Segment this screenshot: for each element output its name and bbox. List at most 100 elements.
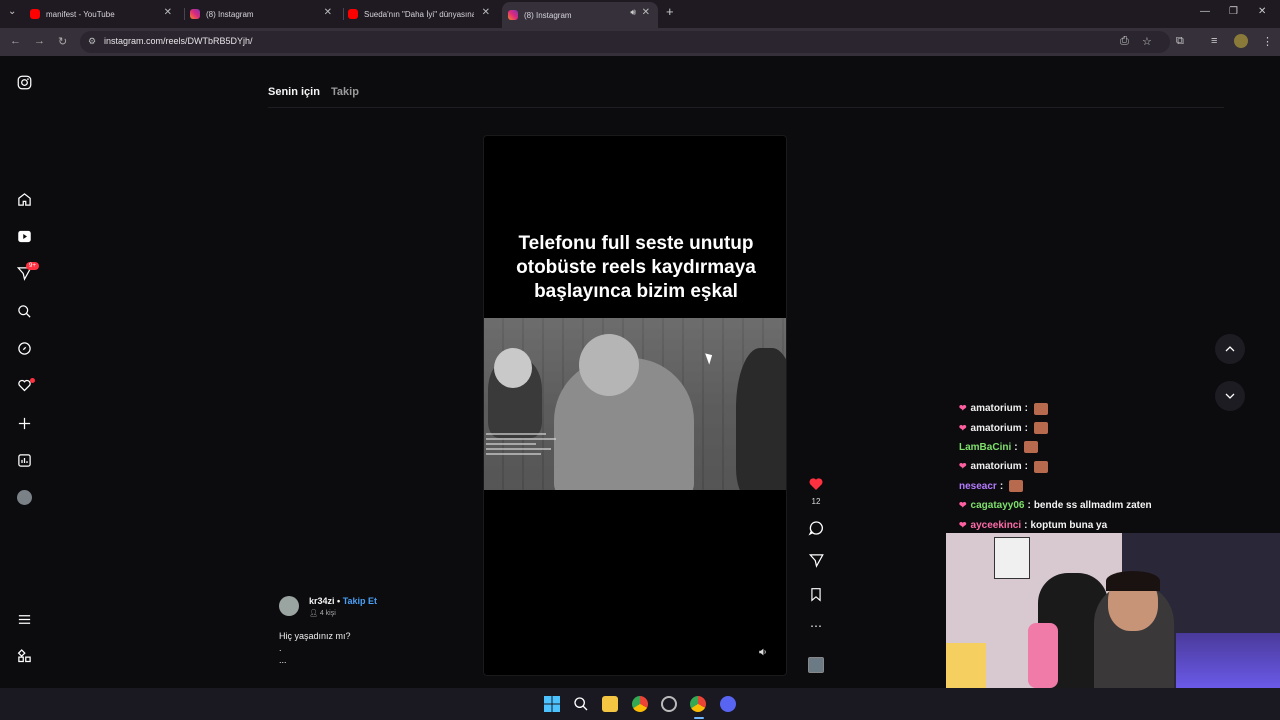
streamer-webcam (946, 533, 1280, 688)
window-close-icon[interactable]: ✕ (1258, 6, 1266, 17)
subscriber-heart-icon: ❤︎ (959, 519, 967, 530)
also-from-meta-icon[interactable] (14, 646, 34, 666)
back-icon[interactable]: ← (10, 35, 21, 47)
chat-message: ❤︎ amatorium: (959, 457, 1219, 476)
more-options-icon[interactable]: ⋯ (805, 619, 827, 633)
chat-emote-icon (1023, 441, 1038, 454)
profile-avatar-icon[interactable] (14, 487, 34, 507)
extensions-icon[interactable]: ⧉ (1176, 35, 1184, 48)
browser-toolbar: ← → ↻ ⚙ instagram.com/reels/DWTbRB5DYjh/… (0, 28, 1280, 56)
close-icon[interactable]: ✕ (164, 7, 172, 18)
tab-instagram-active[interactable]: (8) Instagram 🔊︎ ✕ (502, 2, 658, 28)
search-icon[interactable] (14, 301, 34, 321)
author-avatar[interactable] (279, 596, 299, 616)
home-icon[interactable] (14, 189, 34, 209)
close-icon[interactable]: ✕ (324, 7, 332, 18)
description-line: . (279, 643, 282, 653)
chat-emote-icon (1034, 422, 1049, 435)
profile-avatar[interactable] (1234, 34, 1248, 48)
search-icon[interactable] (573, 696, 589, 712)
description-line: Hiç yaşadınız mı? (279, 631, 351, 641)
previous-reel-button[interactable] (1215, 334, 1245, 364)
tab-separator (343, 8, 344, 20)
chrome-active-icon[interactable] (690, 696, 706, 712)
menu-kebab-icon[interactable]: ⋮ (1262, 35, 1273, 48)
chat-message: ❤︎ amatorium: (959, 399, 1219, 418)
chat-username: LamBaCini (959, 441, 1012, 453)
tab-title: Sueda'nın "Daha İyi" dünyasına (364, 9, 474, 19)
comment-icon[interactable] (805, 520, 827, 539)
reel-video[interactable]: Telefonu full seste unutup otobüste reel… (483, 135, 787, 676)
new-tab-button[interactable]: + (666, 4, 674, 19)
save-bookmark-icon[interactable] (805, 587, 827, 605)
chat-separator: : (1024, 519, 1028, 531)
chat-username: cagatayy06 (970, 500, 1025, 512)
site-info-icon[interactable]: ⚙ (88, 36, 96, 47)
like-heart-icon[interactable] (805, 476, 827, 495)
reels-icon[interactable] (14, 226, 34, 246)
speaker-icon[interactable]: 🔊︎ (630, 7, 636, 18)
instagram-icon (190, 9, 200, 19)
overlay-line: otobüste reels kaydırmaya (516, 257, 756, 278)
chat-text: bende ss allmadım zaten (1033, 500, 1152, 512)
tab-title: (8) Instagram (206, 9, 254, 19)
chrome-icon[interactable] (632, 696, 648, 712)
app-icon[interactable] (661, 696, 677, 712)
windows-start-icon[interactable] (544, 696, 560, 712)
forward-icon[interactable]: → (34, 35, 45, 47)
chat-message: neseacr: (959, 477, 1219, 496)
install-app-icon[interactable]: ⎙ (1120, 35, 1129, 48)
address-bar[interactable]: ⚙ instagram.com/reels/DWTbRB5DYjh/ ⎙ ☆ (80, 31, 1170, 53)
instagram-logo-icon[interactable] (14, 72, 34, 92)
explore-compass-icon[interactable] (14, 338, 34, 358)
instagram-page: 9+ Senin için Takip Telefonu full seste … (0, 56, 1280, 688)
bookmark-star-icon[interactable]: ☆ (1142, 35, 1152, 48)
restore-icon[interactable]: ❐ (1229, 6, 1238, 17)
tab-separator (184, 8, 185, 20)
speaker-icon[interactable] (758, 647, 772, 661)
create-plus-icon[interactable] (14, 413, 34, 433)
minimize-icon[interactable]: — (1200, 6, 1210, 17)
feed-divider (268, 107, 1224, 108)
share-icon[interactable] (805, 553, 827, 571)
active-indicator (694, 717, 704, 719)
dashboard-chart-icon[interactable] (14, 450, 34, 470)
media-controls-icon[interactable]: ≡ (1211, 35, 1217, 47)
reel-video-frame (484, 318, 786, 490)
tab-for-you[interactable]: Senin için (268, 86, 320, 98)
tab-instagram-1[interactable]: (8) Instagram ✕ (190, 4, 340, 24)
tab-following[interactable]: Takip (331, 86, 359, 98)
youtube-icon (348, 9, 358, 19)
chat-separator: : (1024, 461, 1029, 473)
audio-thumbnail[interactable] (808, 657, 824, 673)
reel-description[interactable]: Hiç yaşadınız mı? . ... (279, 630, 351, 666)
chat-message: LamBaCini: (959, 438, 1219, 457)
reload-icon[interactable]: ↻ (58, 35, 67, 48)
chat-emote-icon (1034, 402, 1049, 415)
subscriber-heart-icon: ❤︎ (959, 403, 967, 414)
instagram-sidebar: 9+ (0, 56, 48, 688)
like-count: 12 (811, 497, 821, 506)
chat-message: ❤︎ ayceekinci: koptum buna ya (959, 515, 1219, 534)
subscriber-heart-icon: ❤︎ (959, 422, 967, 433)
close-icon[interactable]: ✕ (482, 7, 490, 18)
tab-youtube[interactable]: manifest - YouTube ✕ (30, 4, 180, 24)
follow-button[interactable]: Takip Et (343, 596, 377, 606)
next-reel-button[interactable] (1215, 381, 1245, 411)
instagram-icon (508, 10, 518, 20)
url-text[interactable]: instagram.com/reels/DWTbRB5DYjh/ (104, 36, 253, 46)
chat-message: ❤︎ amatorium: (959, 418, 1219, 437)
chat-username: ayceekinci (970, 519, 1022, 531)
messages-badge: 9+ (26, 262, 39, 270)
author-username[interactable]: kr34zi (309, 596, 335, 606)
separator-dot: • (337, 596, 341, 606)
close-icon[interactable]: ✕ (642, 7, 650, 18)
chat-separator: : (1024, 422, 1029, 434)
chat-text: koptum buna ya (1030, 519, 1108, 531)
tab-list-chevron-icon[interactable]: ⌄ (8, 6, 16, 17)
discord-icon[interactable] (720, 696, 736, 712)
tab-youtube-sueda[interactable]: Sueda'nın "Daha İyi" dünyasına ✕ (348, 4, 498, 24)
file-explorer-icon[interactable] (602, 696, 618, 712)
more-menu-icon[interactable] (14, 609, 34, 629)
youtube-icon (30, 9, 40, 19)
